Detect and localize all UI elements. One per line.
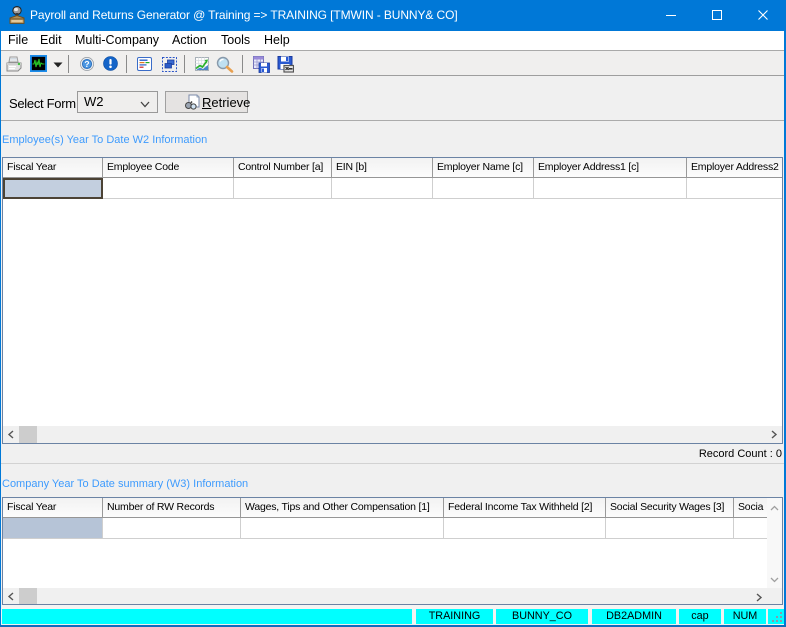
svg-text:?: ? — [84, 59, 89, 69]
